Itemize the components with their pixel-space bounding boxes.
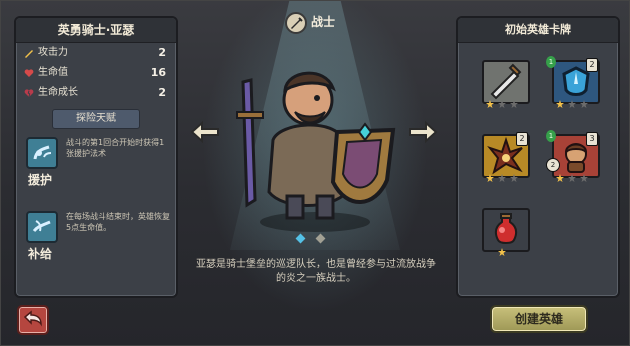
card-rarity-stars	[486, 100, 518, 108]
talent-supply-name: 补给	[28, 247, 53, 261]
card-companion[interactable]: 1 3 2	[546, 130, 600, 186]
card-burst[interactable]: 2	[480, 132, 530, 186]
pager-dot[interactable]	[315, 233, 326, 244]
attack-icon	[25, 50, 33, 58]
talent-supply[interactable]: 补给 在每场战斗结束时，英雄恢复5点生命值。	[16, 203, 176, 277]
stat-attack-label: 攻击力	[38, 47, 68, 58]
talent-cover-name: 援护	[28, 173, 53, 187]
card-cost: 2	[586, 58, 598, 72]
card-gem: 1	[546, 56, 556, 68]
card-rarity-stars	[556, 174, 588, 182]
stat-growth: 生命成长 2	[16, 83, 176, 103]
card-rarity-stars	[556, 100, 588, 108]
potion-card-art	[482, 208, 530, 252]
starting-cards-title: 初始英雄卡牌	[458, 18, 618, 43]
card-potion[interactable]	[480, 206, 530, 260]
broken-heart-icon	[24, 89, 34, 97]
talent-header: 探险天赋	[52, 109, 140, 129]
next-hero-arrow[interactable]	[408, 120, 438, 144]
card-level-badge: 2	[546, 158, 560, 172]
card-rarity-stars	[498, 248, 506, 256]
card-shield[interactable]: 1 2	[546, 56, 600, 112]
stat-health-value: 16	[150, 66, 166, 79]
sword-card-art	[482, 60, 530, 104]
stat-growth-label: 生命成长	[38, 87, 78, 98]
class-label: 战士	[311, 15, 336, 29]
stat-health-label: 生命值	[38, 67, 68, 78]
warrior-class-icon	[285, 12, 307, 34]
hero-portrait	[225, 60, 405, 235]
supply-talent-icon	[26, 211, 58, 243]
arrow-left-icon	[190, 120, 219, 144]
prev-hero-arrow[interactable]	[190, 120, 220, 144]
hero-name: 英勇骑士·亚瑟	[16, 18, 176, 43]
stat-attack-value: 2	[158, 46, 166, 59]
card-cost: 3	[586, 132, 598, 146]
card-gem: 1	[546, 130, 556, 142]
pager-dot-active[interactable]	[295, 233, 306, 244]
stat-health: 生命值 16	[16, 63, 176, 83]
talent-cover[interactable]: 援护 战斗的第1回合开始时获得1张援护法术	[16, 129, 176, 203]
card-sword[interactable]	[480, 58, 530, 112]
talent-cover-desc: 战斗的第1回合开始时获得1张援护法术	[66, 138, 165, 158]
class-badge: 战士	[285, 12, 345, 34]
talent-supply-desc: 在每场战斗结束时，英雄恢复5点生命值。	[66, 212, 170, 232]
back-button[interactable]	[17, 305, 49, 335]
card-rarity-stars	[486, 174, 518, 182]
back-arrow-icon	[23, 310, 42, 327]
heart-icon	[24, 69, 34, 77]
create-hero-button[interactable]: 创建英雄	[490, 305, 588, 333]
arrow-right-icon	[409, 120, 438, 144]
hero-pager	[293, 233, 333, 244]
stat-attack: 攻击力 2	[16, 43, 176, 63]
starting-cards-panel: 初始英雄卡牌 1 2 2 1 3 2	[456, 16, 620, 298]
cover-talent-icon	[26, 137, 58, 169]
hero-description: 亚瑟是骑士堡垒的巡逻队长，也是曾经参与过流放战争的炎之一族战士。	[196, 259, 436, 284]
card-cost: 2	[516, 132, 528, 146]
hero-info-panel: 英勇骑士·亚瑟 攻击力 2 生命值 16 生命成长 2 探险天赋 援护 战斗的第…	[14, 16, 178, 298]
stat-growth-value: 2	[158, 86, 166, 99]
